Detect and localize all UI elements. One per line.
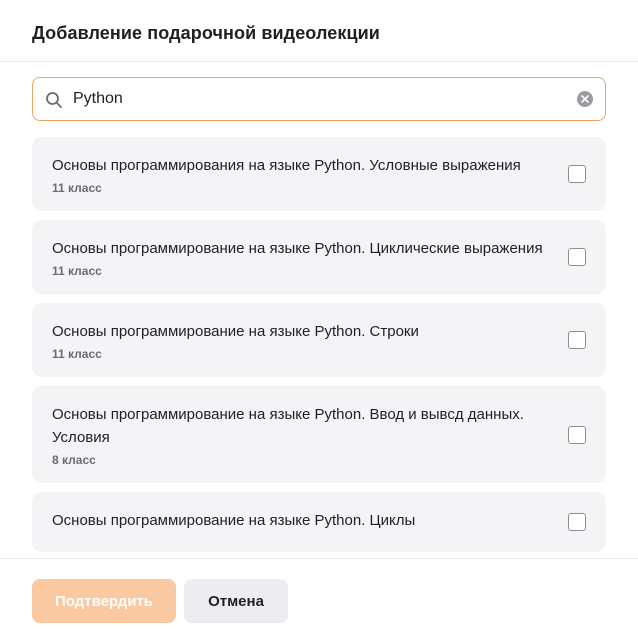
item-checkbox[interactable] xyxy=(568,248,586,266)
item-title: Основы программирование на языке Python.… xyxy=(52,323,419,340)
list-item[interactable]: Основы программирования на языке Python.… xyxy=(32,137,606,211)
dialog-header: Добавление подарочной видеолекции xyxy=(0,0,638,62)
cancel-button[interactable]: Отмена xyxy=(184,579,288,623)
search-field[interactable] xyxy=(32,77,606,121)
confirm-button[interactable]: Подтвердить xyxy=(32,579,176,623)
list-item[interactable]: Основы программирование на языке Python.… xyxy=(32,386,606,483)
item-checkbox[interactable] xyxy=(568,425,586,444)
lecture-list[interactable]: Основы программирования на языке Python.… xyxy=(32,137,606,558)
search-input[interactable] xyxy=(73,78,563,120)
item-grade: 11 класс xyxy=(52,347,102,361)
item-title: Основы программирования на языке Python.… xyxy=(52,157,521,174)
item-grade: 11 класс xyxy=(52,181,102,195)
item-checkbox[interactable] xyxy=(568,513,586,531)
dialog-title: Добавление подарочной видеолекции xyxy=(32,23,380,43)
search-icon xyxy=(45,91,63,109)
dialog-footer: Подтвердить Отмена xyxy=(0,558,638,638)
clear-icon[interactable] xyxy=(577,91,593,107)
item-grade: 8 класс xyxy=(52,453,96,467)
item-grade: 11 класс xyxy=(52,264,102,278)
item-title: Основы программирование на языке Python.… xyxy=(52,406,524,446)
item-checkbox[interactable] xyxy=(568,165,586,183)
item-title: Основы программирование на языке Python.… xyxy=(52,512,416,529)
gift-lecture-dialog: Добавление подарочной видеолекции Основы… xyxy=(0,0,638,638)
item-title: Основы программирование на языке Python.… xyxy=(52,240,543,257)
item-checkbox[interactable] xyxy=(568,331,586,349)
list-item[interactable]: Основы программирование на языке Python.… xyxy=(32,303,606,377)
list-item[interactable]: Основы программирование на языке Python.… xyxy=(32,492,606,552)
list-item[interactable]: Основы программирование на языке Python.… xyxy=(32,220,606,294)
